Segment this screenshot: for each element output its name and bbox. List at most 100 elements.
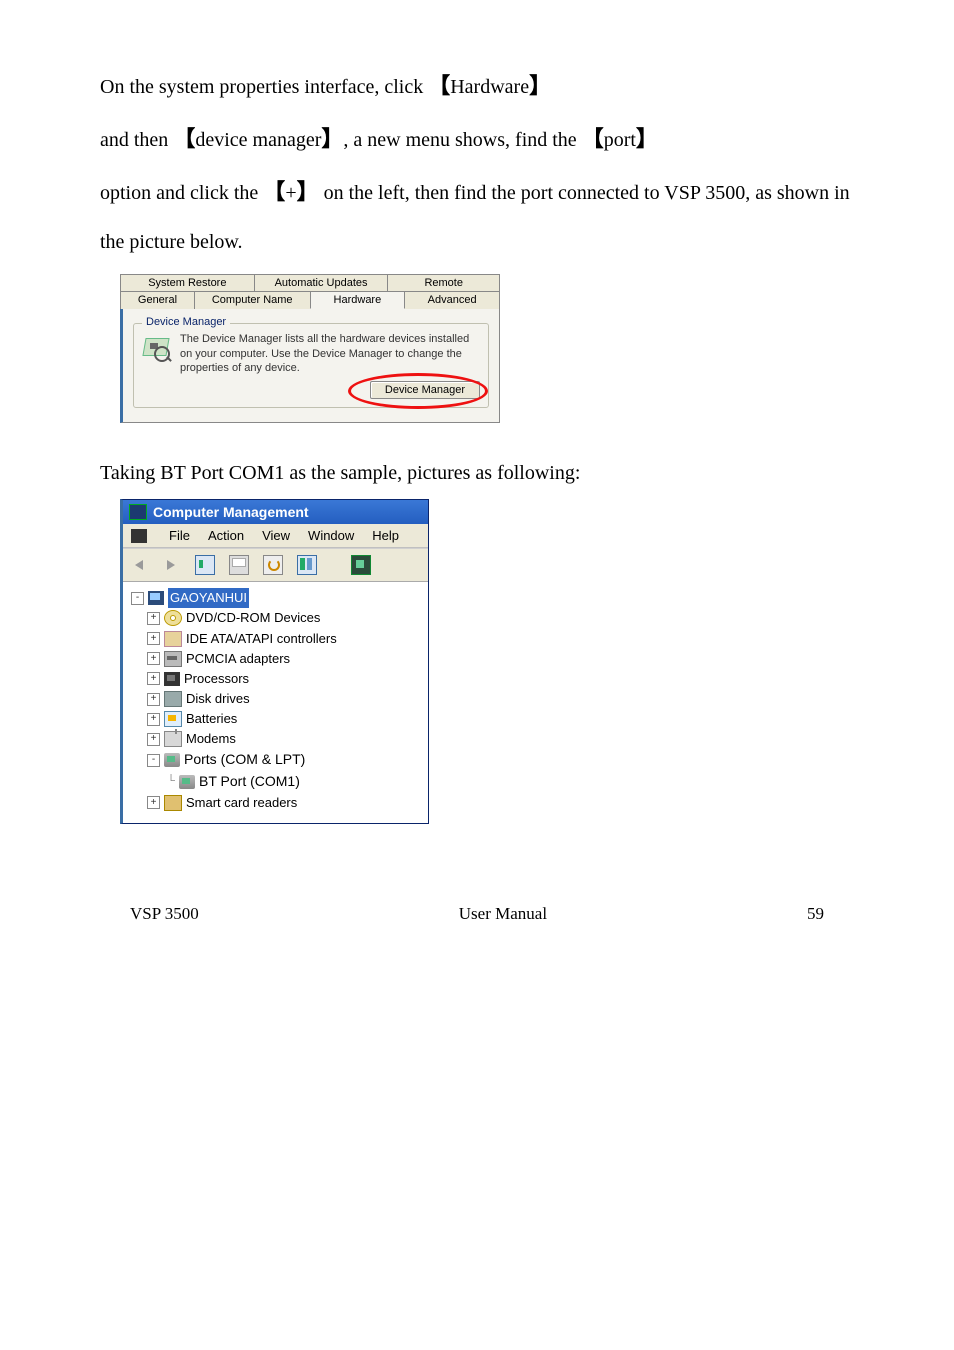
device-manager-button[interactable]: Device Manager [370, 381, 480, 399]
back-icon[interactable] [131, 556, 149, 574]
collapse-icon[interactable]: - [147, 754, 160, 767]
node-label: DVD/CD-ROM Devices [186, 608, 320, 628]
node-label: PCMCIA adapters [186, 649, 290, 669]
root-label: GAOYANHUI [168, 588, 249, 608]
print-icon[interactable] [229, 555, 249, 575]
port-icon [179, 775, 195, 789]
properties-icon[interactable] [351, 555, 371, 575]
expand-icon[interactable]: + [147, 713, 160, 726]
bracket-open: 【 [582, 126, 604, 151]
node-label: Disk drives [186, 689, 250, 709]
footer-doc-title: User Manual [459, 904, 547, 924]
tab-general[interactable]: General [120, 291, 195, 309]
bracket-close: 】 [529, 73, 551, 98]
tab-label: Hardware [334, 294, 382, 306]
tree-node-modems[interactable]: + Modems [127, 729, 424, 749]
tab-computer-name[interactable]: Computer Name [194, 291, 311, 309]
menu-file[interactable]: File [169, 528, 190, 543]
tab-system-restore[interactable]: System Restore [120, 274, 255, 291]
tree-node-ide[interactable]: + IDE ATA/ATAPI controllers [127, 629, 424, 649]
smart-card-icon [164, 795, 182, 811]
tab-label: Automatic Updates [275, 277, 368, 289]
tab-label: Advanced [428, 294, 477, 306]
link-port: port [604, 129, 636, 151]
disk-drive-icon [164, 691, 182, 707]
tab-hardware[interactable]: Hardware [310, 291, 406, 309]
menu-bar: File Action View Window Help [123, 524, 428, 548]
node-label: Smart card readers [186, 793, 297, 813]
tab-label: General [138, 294, 177, 306]
tab-label: Remote [424, 277, 463, 289]
bracket-close: 】 [321, 126, 343, 151]
tree-node-bt-port[interactable]: └ BT Port (COM1) [127, 771, 424, 793]
link-hardware: Hardware [450, 76, 529, 98]
bracket-open: 【 [263, 179, 285, 204]
menu-window[interactable]: Window [308, 528, 354, 543]
expand-icon[interactable]: + [147, 796, 160, 809]
expand-icon[interactable]: + [147, 733, 160, 746]
system-properties-panel: System Restore Automatic Updates Remote … [120, 274, 500, 423]
device-manager-group: Device Manager The Device Manager lists … [133, 323, 489, 408]
para-text: , a new menu shows, find the [343, 129, 581, 151]
tab-advanced[interactable]: Advanced [404, 291, 500, 309]
toolbar [123, 548, 428, 582]
node-label: BT Port (COM1) [199, 771, 300, 793]
expand-icon[interactable]: + [147, 652, 160, 665]
tree-node-smartcard[interactable]: + Smart card readers [127, 793, 424, 813]
tree-node-processors[interactable]: + Processors [127, 669, 424, 689]
tree-node-pcmcia[interactable]: + PCMCIA adapters [127, 649, 424, 669]
page-footer: VSP 3500 User Manual 59 [100, 824, 854, 924]
tree-node-dvd[interactable]: + DVD/CD-ROM Devices [127, 608, 424, 628]
node-label: Processors [184, 669, 249, 689]
tab-row-front: General Computer Name Hardware Advanced [120, 291, 500, 309]
bracket-close: 】 [297, 179, 319, 204]
window-title-bar: Computer Management [123, 500, 428, 524]
footer-product: VSP 3500 [130, 904, 199, 924]
window-title: Computer Management [153, 504, 309, 520]
tree-node-ports[interactable]: - Ports (COM & LPT) [127, 749, 424, 771]
menu-view[interactable]: View [262, 528, 290, 543]
node-label: Modems [186, 729, 236, 749]
computer-management-icon [129, 504, 147, 520]
para-text: On the system properties interface, clic… [100, 76, 428, 98]
sub-paragraph: Taking BT Port COM1 as the sample, pictu… [100, 453, 854, 493]
device-tree: - GAOYANHUI + DVD/CD-ROM Devices + IDE A… [123, 582, 428, 823]
tree-root[interactable]: - GAOYANHUI [127, 588, 424, 608]
node-label: IDE ATA/ATAPI controllers [186, 629, 337, 649]
bracket-close: 】 [636, 126, 658, 151]
port-icon [164, 753, 180, 767]
computer-management-window: Computer Management File Action View Win… [120, 499, 429, 824]
up-icon[interactable] [195, 555, 215, 575]
fieldset-legend: Device Manager [142, 316, 230, 328]
hardware-tab-panel: Device Manager The Device Manager lists … [120, 309, 500, 423]
menu-help[interactable]: Help [372, 528, 399, 543]
processor-icon [164, 672, 180, 686]
tree-connector-icon: └ [167, 773, 175, 790]
collapse-icon[interactable]: - [131, 592, 144, 605]
ide-controller-icon [164, 631, 182, 647]
tree-node-batteries[interactable]: + Batteries [127, 709, 424, 729]
expand-icon[interactable]: + [147, 672, 160, 685]
device-manager-description: The Device Manager lists all the hardwar… [180, 332, 480, 375]
tree-node-disk[interactable]: + Disk drives [127, 689, 424, 709]
footer-page-number: 59 [807, 904, 824, 924]
body-paragraph: On the system properties interface, clic… [100, 60, 854, 266]
tab-label: Computer Name [212, 294, 293, 306]
button-label: Device Manager [385, 384, 465, 396]
link-plus: + [285, 182, 296, 204]
forward-icon[interactable] [163, 556, 181, 574]
system-menu-icon[interactable] [131, 529, 147, 543]
tab-label: System Restore [148, 277, 226, 289]
tab-automatic-updates[interactable]: Automatic Updates [254, 274, 389, 291]
modem-icon [164, 731, 182, 747]
expand-icon[interactable]: + [147, 632, 160, 645]
refresh-icon[interactable] [263, 555, 283, 575]
expand-icon[interactable]: + [147, 693, 160, 706]
tab-remote[interactable]: Remote [387, 274, 500, 291]
show-hide-tree-icon[interactable] [297, 555, 317, 575]
bracket-open: 【 [428, 73, 450, 98]
menu-action[interactable]: Action [208, 528, 244, 543]
para-text: option and click the [100, 182, 263, 204]
device-manager-icon [142, 332, 172, 362]
expand-icon[interactable]: + [147, 612, 160, 625]
